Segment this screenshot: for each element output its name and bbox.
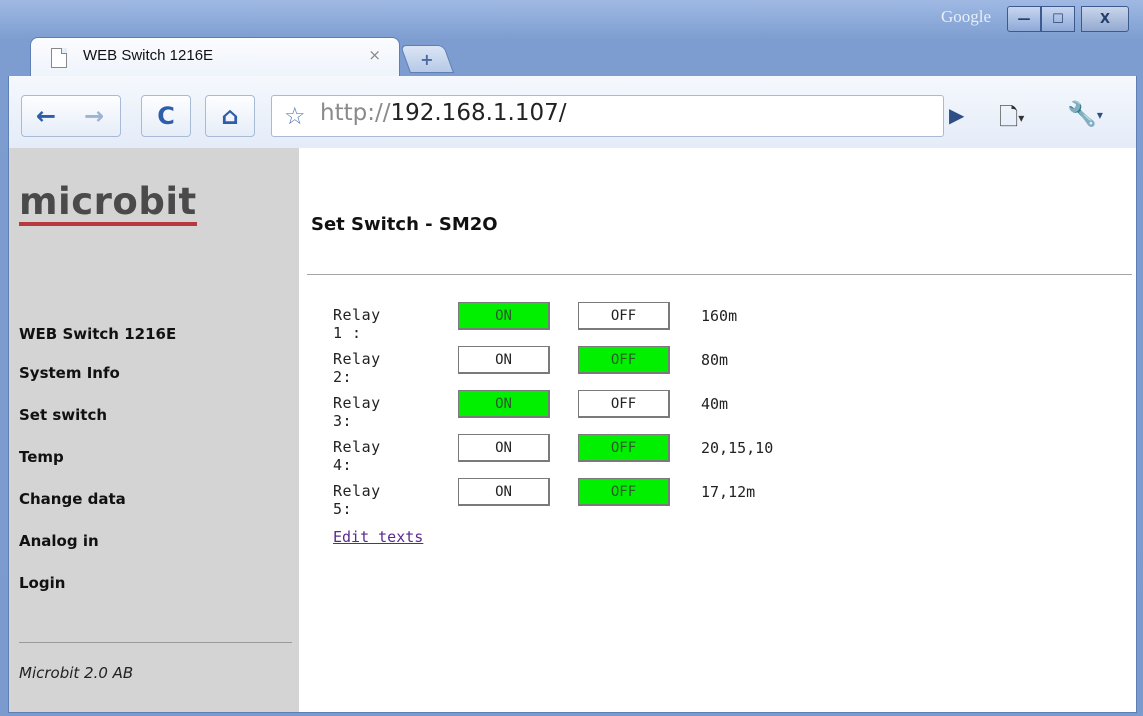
close-icon: X (1099, 11, 1111, 27)
logo: microbit (19, 182, 197, 226)
window-caption: Google (940, 7, 991, 26)
chevron-down-icon: ▾ (1096, 108, 1103, 122)
browser-window: Google — ☐ X WEB Switch 1216E × + ← → C … (0, 0, 1143, 716)
relay-off-button[interactable]: OFF (578, 346, 670, 374)
relay-note: 160m (701, 307, 738, 325)
nav-item-web-switch[interactable]: WEB Switch 1216E (19, 316, 176, 352)
relay-on-button[interactable]: ON (458, 434, 550, 462)
sidebar-nav: WEB Switch 1216E System Info Set switch … (19, 316, 176, 604)
window-controls: — ☐ X (1007, 6, 1129, 32)
nav-item-set-switch[interactable]: Set switch (19, 394, 176, 436)
relay-on-button[interactable]: ON (458, 346, 550, 374)
close-window-button[interactable]: X (1081, 6, 1129, 32)
nav-item-change-data[interactable]: Change data (19, 478, 176, 520)
page-title: Set Switch - SM2O (311, 214, 498, 235)
title-divider (307, 274, 1132, 275)
reload-button[interactable]: C (141, 95, 191, 137)
nav-buttons: ← → (21, 95, 121, 137)
relay-label: Relay 2: (333, 350, 381, 386)
back-button[interactable]: ← (22, 102, 70, 130)
nav-item-temp[interactable]: Temp (19, 436, 176, 478)
nav-item-system-info[interactable]: System Info (19, 352, 176, 394)
relay-off-button[interactable]: OFF (578, 390, 670, 418)
toolbar: ← → C ⌂ ☆ http://192.168.1.107/ ▶ 🗋▾ 🔧▾ (8, 76, 1137, 148)
tab-title: WEB Switch 1216E (83, 47, 214, 64)
back-arrow-icon: ← (35, 102, 57, 130)
page-icon: 🗋 (999, 103, 1019, 131)
url-scheme: http:// (320, 100, 391, 126)
url-host: 192.168.1.107/ (390, 100, 567, 126)
relay-on-button[interactable]: ON (458, 478, 550, 506)
address-bar[interactable]: ☆ http://192.168.1.107/ (271, 95, 944, 137)
new-tab-button[interactable]: + (399, 45, 455, 73)
plus-icon: + (420, 49, 434, 69)
footer-text: Microbit 2.0 AB (19, 664, 134, 682)
relay-on-button[interactable]: ON (458, 390, 550, 418)
relay-on-button[interactable]: ON (458, 302, 550, 330)
sidebar: microbit WEB Switch 1216E System Info Se… (9, 148, 299, 712)
relay-label: Relay 4: (333, 438, 381, 474)
home-button[interactable]: ⌂ (205, 95, 255, 137)
minimize-button[interactable]: — (1007, 6, 1041, 32)
sidebar-divider (19, 642, 292, 643)
relay-note: 17,12m (701, 483, 756, 501)
reload-icon: C (157, 102, 175, 130)
minimize-icon: — (1017, 11, 1031, 27)
nav-item-analog-in[interactable]: Analog in (19, 520, 176, 562)
relay-label: Relay 3: (333, 394, 381, 430)
chevron-down-icon: ▾ (1018, 111, 1025, 125)
maximize-button[interactable]: ☐ (1041, 6, 1075, 32)
relay-note: 80m (701, 351, 729, 369)
forward-button[interactable]: → (70, 102, 118, 130)
browser-tab[interactable]: WEB Switch 1216E × (30, 37, 400, 78)
relay-label: Relay 5: (333, 482, 381, 518)
page-menu-button[interactable]: 🗋▾ (999, 100, 1024, 141)
nav-item-login[interactable]: Login (19, 562, 176, 604)
tools-menu-button[interactable]: 🔧▾ (1067, 100, 1103, 128)
go-icon[interactable]: ▶ (949, 103, 964, 127)
maximize-icon: ☐ (1052, 11, 1064, 27)
forward-arrow-icon: → (83, 102, 105, 130)
wrench-icon: 🔧 (1067, 100, 1097, 128)
edit-texts-link[interactable]: Edit texts (333, 528, 423, 546)
relay-off-button[interactable]: OFF (578, 302, 670, 330)
page-content: microbit WEB Switch 1216E System Info Se… (8, 148, 1137, 713)
relay-off-button[interactable]: OFF (578, 434, 670, 462)
relay-note: 20,15,10 (701, 439, 774, 457)
tab-close-icon[interactable]: × (368, 46, 381, 64)
url-text[interactable]: http://192.168.1.107/ (320, 100, 566, 126)
home-icon: ⌂ (221, 102, 239, 130)
relay-off-button[interactable]: OFF (578, 478, 670, 506)
relay-note: 40m (701, 395, 729, 413)
relay-label: Relay 1 : (333, 306, 381, 342)
star-icon[interactable]: ☆ (284, 102, 306, 130)
page-icon (51, 48, 67, 68)
main-panel: Set Switch - SM2O Relay 1 : ON OFF 160m … (299, 148, 1136, 712)
